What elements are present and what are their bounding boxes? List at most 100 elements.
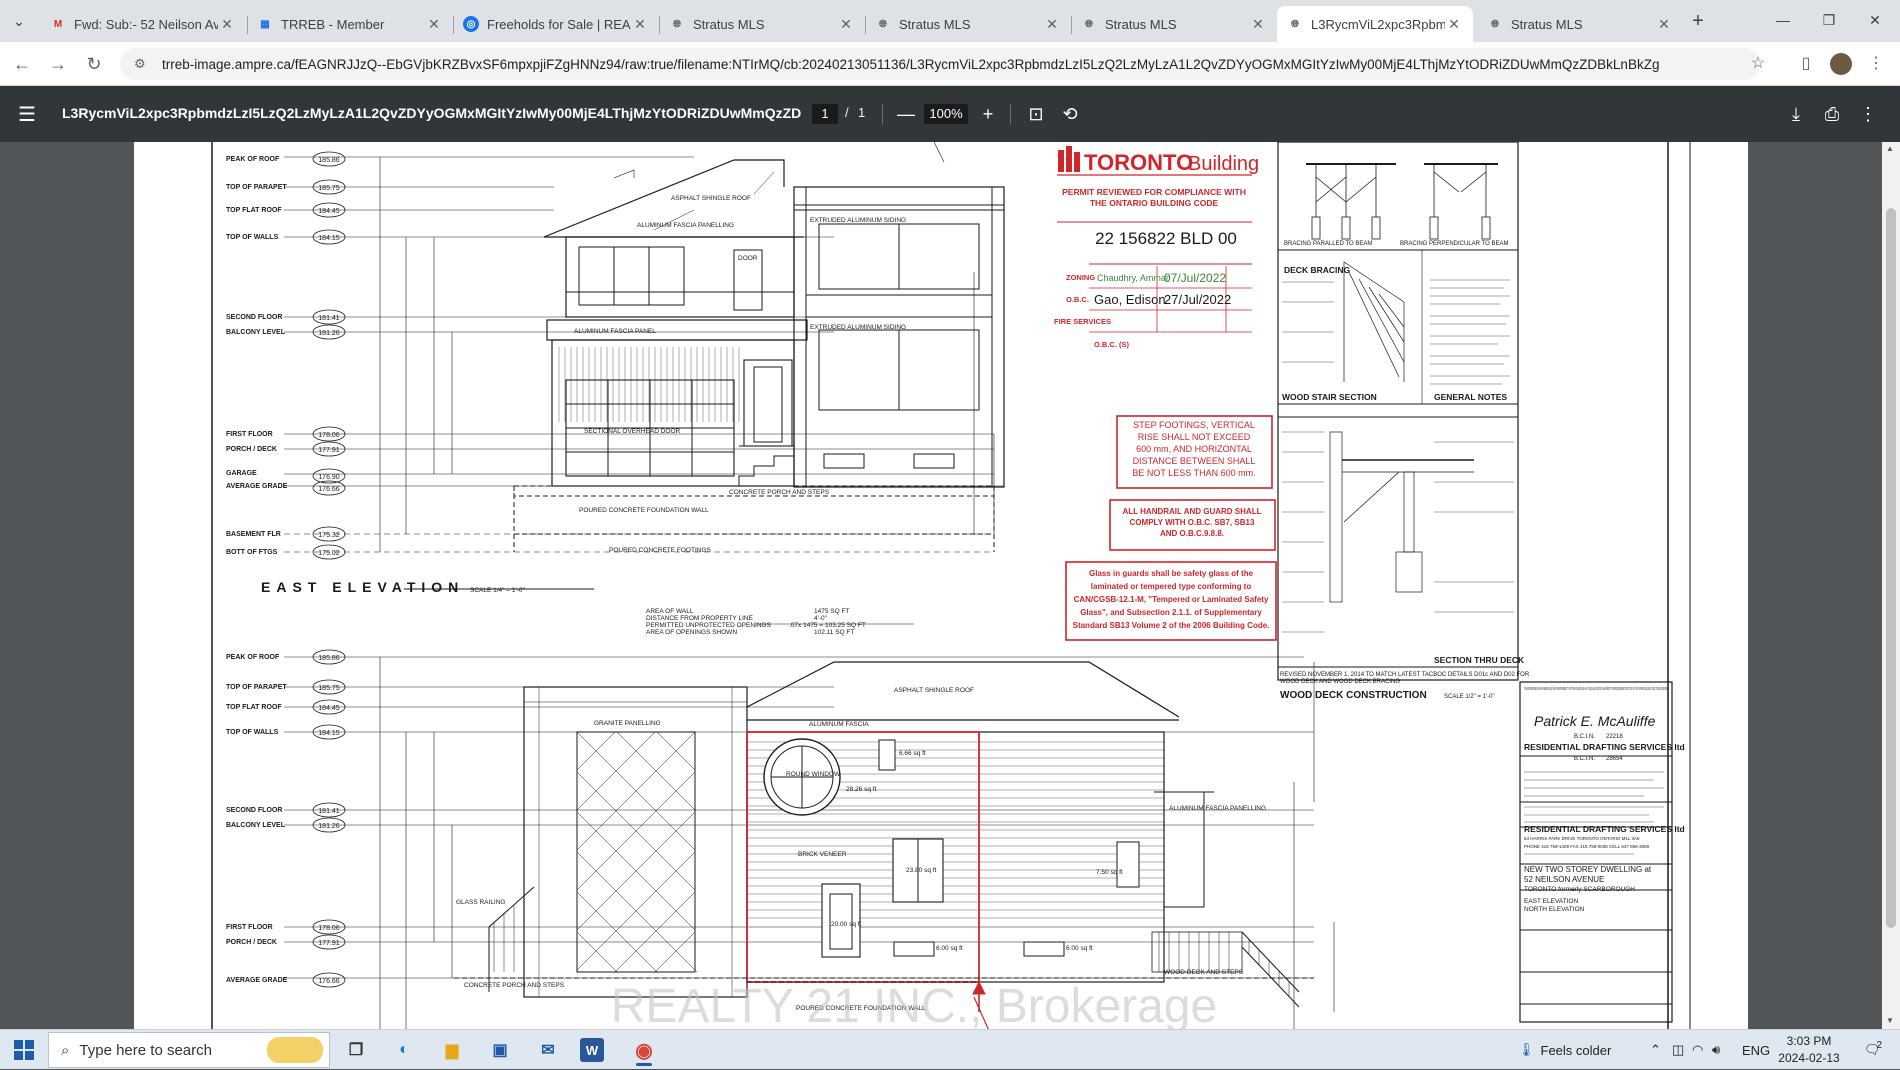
firm-phone: PHONE 416 759-1409 FAX 416 759-0036 CELL… <box>1524 844 1650 849</box>
vertical-scrollbar[interactable]: ▲ ▼ <box>1882 142 1900 1029</box>
note-glass: Glass in guards shall be safety glass of… <box>1089 569 1254 578</box>
download-icon[interactable]: ⤓ <box>1784 102 1808 126</box>
zoom-in-icon[interactable]: + <box>976 102 1000 126</box>
stamp-row-label: O.B.C. (S) <box>1094 340 1130 349</box>
back-icon[interactable]: ← <box>8 50 36 78</box>
east-level-value: 175.02 <box>318 550 340 557</box>
system-clock[interactable]: 3:03 PM 2024-02-13 <box>1770 1033 1848 1067</box>
tray-chevron-icon[interactable]: ⌃ <box>1650 1030 1661 1070</box>
east-level-value: 177.91 <box>318 447 340 454</box>
tab-gmail[interactable]: M Fwd: Sub:- 52 Neilson Ave ✕ <box>40 6 246 42</box>
chrome-menu-icon[interactable]: ⋮ <box>1862 50 1890 78</box>
north-level-label: SECOND FLOOR <box>226 807 282 814</box>
restore-icon[interactable]: ❐ <box>1806 6 1852 34</box>
project-line-2: 52 NEILSON AVENUE <box>1524 875 1604 884</box>
scroll-down-icon[interactable]: ▼ <box>1886 1016 1894 1025</box>
minimize-icon[interactable]: — <box>1760 6 1806 34</box>
notification-center[interactable]: 🗨︎ 2 <box>1864 1030 1882 1070</box>
side-panel-icon[interactable]: ▯ <box>1792 50 1820 78</box>
tab-title: Fwd: Sub:- 52 Neilson Ave <box>74 16 218 32</box>
mail-icon[interactable]: ✉ <box>532 1034 564 1066</box>
close-tab-icon[interactable]: ✕ <box>1043 15 1061 33</box>
east-level-value: 181.26 <box>318 330 340 337</box>
stamp-row-date: 27/Jul/2022 <box>1164 292 1231 307</box>
tab-realm[interactable]: ◎ Freeholds for Sale | REALM ✕ <box>453 6 659 42</box>
windows-start-icon[interactable] <box>14 1040 34 1060</box>
close-tab-icon[interactable]: ✕ <box>1249 15 1267 33</box>
tab-stratus-4[interactable]: 🌐︎ Stratus MLS ✕ <box>1477 6 1683 42</box>
tab-stratus-2[interactable]: 🌐︎ Stratus MLS ✕ <box>865 6 1071 42</box>
tab-stratus-1[interactable]: 🌐︎ Stratus MLS ✕ <box>659 6 865 42</box>
stamp-row-label: FIRE SERVICES <box>1054 317 1111 326</box>
stamp-row-name: Gao, Edison <box>1094 292 1166 307</box>
close-tab-icon[interactable]: ✕ <box>1655 15 1673 33</box>
print-icon[interactable]: ⎙ <box>1820 102 1844 126</box>
section-thru-deck-title: SECTION THRU DECK <box>1434 655 1525 665</box>
east-level-value: 178.06 <box>318 432 340 439</box>
weather-widget[interactable]: 🌡︎ Feels colder <box>1518 1030 1611 1070</box>
page-number-input[interactable]: 1 <box>812 104 838 124</box>
wifi-icon[interactable]: ◠ <box>1692 1030 1703 1070</box>
taskbar-search-input[interactable]: ⌕ Type here to search <box>48 1032 330 1068</box>
site-info-icon[interactable]: ⚙ <box>134 56 152 72</box>
new-tab-button[interactable]: + <box>1686 9 1710 33</box>
edge-icon[interactable]: ◐ <box>388 1034 420 1066</box>
hamburger-menu-icon[interactable]: ☰ <box>18 102 36 127</box>
opening-area: 23.80 sq ft <box>906 867 937 874</box>
opening-area: 6.66 sq ft <box>899 750 926 757</box>
reload-icon[interactable]: ↻ <box>80 50 108 78</box>
opening-area: 7.50 sq ft <box>1096 869 1123 876</box>
tab-title: L3RycmViL2xpc3Rpbmdz <box>1311 16 1445 32</box>
tab-search-icon[interactable]: ⌄ <box>8 10 30 32</box>
close-tab-icon[interactable]: ✕ <box>1445 15 1463 33</box>
chrome-icon[interactable]: ◉ <box>628 1034 660 1066</box>
note-step-footings: DISTANCE BETWEEN SHALL <box>1133 456 1256 466</box>
north-level-value: 176.66 <box>318 978 340 985</box>
callout: ALUMINUM FASCIA PANELLING <box>637 222 734 229</box>
bookmark-star-icon[interactable]: ☆ <box>1744 50 1772 78</box>
tab-pdf-active[interactable]: 🌐︎ L3RycmViL2xpc3Rpbmdz ✕ <box>1277 6 1473 42</box>
pdf-viewport[interactable]: PEAK OF ROOF TOP OF PARAPET TOP FLAT ROO… <box>0 142 1882 1029</box>
window-close-icon[interactable]: ✕ <box>1852 6 1898 34</box>
note-glass: Standard SB13 Volume 2 of the 2006 Build… <box>1073 621 1270 630</box>
scroll-up-icon[interactable]: ▲ <box>1886 144 1894 153</box>
page-separator: / <box>845 105 849 120</box>
note-handrail: COMPLY WITH O.B.C. SB7, SB13 <box>1130 518 1255 527</box>
close-tab-icon[interactable]: ✕ <box>631 15 649 33</box>
volume-icon[interactable]: 🔊︎ <box>1712 1030 1720 1070</box>
opening-area: 6.00 sq ft <box>936 945 963 952</box>
callout: ALUMINUM FASCIA PANELLING <box>1169 805 1266 812</box>
file-explorer-icon[interactable]: ▆ <box>436 1034 468 1066</box>
east-level-value: 184.45 <box>318 208 340 215</box>
browser-toolbar: ← → ↻ ⚙ trreb-image.ampre.ca/fEAGNRJJzQ-… <box>0 42 1900 86</box>
area-label: PERMITTED UNPROTECTED OPENINGS <box>646 622 772 629</box>
tab-trreb-member[interactable]: ▦ TRREB - Member ✕ <box>247 6 453 42</box>
close-tab-icon[interactable]: ✕ <box>425 15 443 33</box>
word-icon[interactable]: W <box>580 1038 604 1062</box>
zoom-input[interactable]: 100% <box>924 104 968 124</box>
address-bar[interactable]: ⚙ trreb-image.ampre.ca/fEAGNRJJzQ--EbGVj… <box>120 48 1760 80</box>
page-total: 1 <box>858 105 866 120</box>
pdf-more-icon[interactable]: ⋮ <box>1856 102 1880 126</box>
task-view-icon[interactable]: ❒ <box>340 1034 372 1066</box>
language-indicator[interactable]: ENG <box>1742 1030 1770 1070</box>
north-level-label: TOP OF PARAPET <box>226 684 287 691</box>
scrollbar-thumb[interactable] <box>1886 208 1896 928</box>
close-tab-icon[interactable]: ✕ <box>837 15 855 33</box>
stamp-brand-suffix: Building <box>1188 153 1259 175</box>
zoom-out-icon[interactable]: — <box>894 102 918 126</box>
fit-page-icon[interactable]: ⊡ <box>1024 102 1048 126</box>
tab-stratus-3[interactable]: 🌐︎ Stratus MLS ✕ <box>1071 6 1277 42</box>
rotate-icon[interactable]: ⟲ <box>1058 102 1082 126</box>
profile-avatar[interactable] <box>1830 53 1852 75</box>
close-tab-icon[interactable]: ✕ <box>218 15 236 33</box>
designer-note: THE UNDERSIGNED HAS REVIEWED AND TAKES R… <box>1524 686 1669 691</box>
east-level-label: PORCH / DECK <box>226 446 277 453</box>
bcin-label: B.C.I.N. <box>1574 756 1595 762</box>
callout: EXTRUDED ALUMINUM SIDING <box>810 324 906 331</box>
store-icon[interactable]: ▣ <box>484 1034 516 1066</box>
realm-icon: ◎ <box>463 16 479 32</box>
network-icon[interactable]: ◫ <box>1672 1030 1684 1070</box>
forward-icon[interactable]: → <box>44 50 72 78</box>
north-level-label: PEAK OF ROOF <box>226 654 280 661</box>
